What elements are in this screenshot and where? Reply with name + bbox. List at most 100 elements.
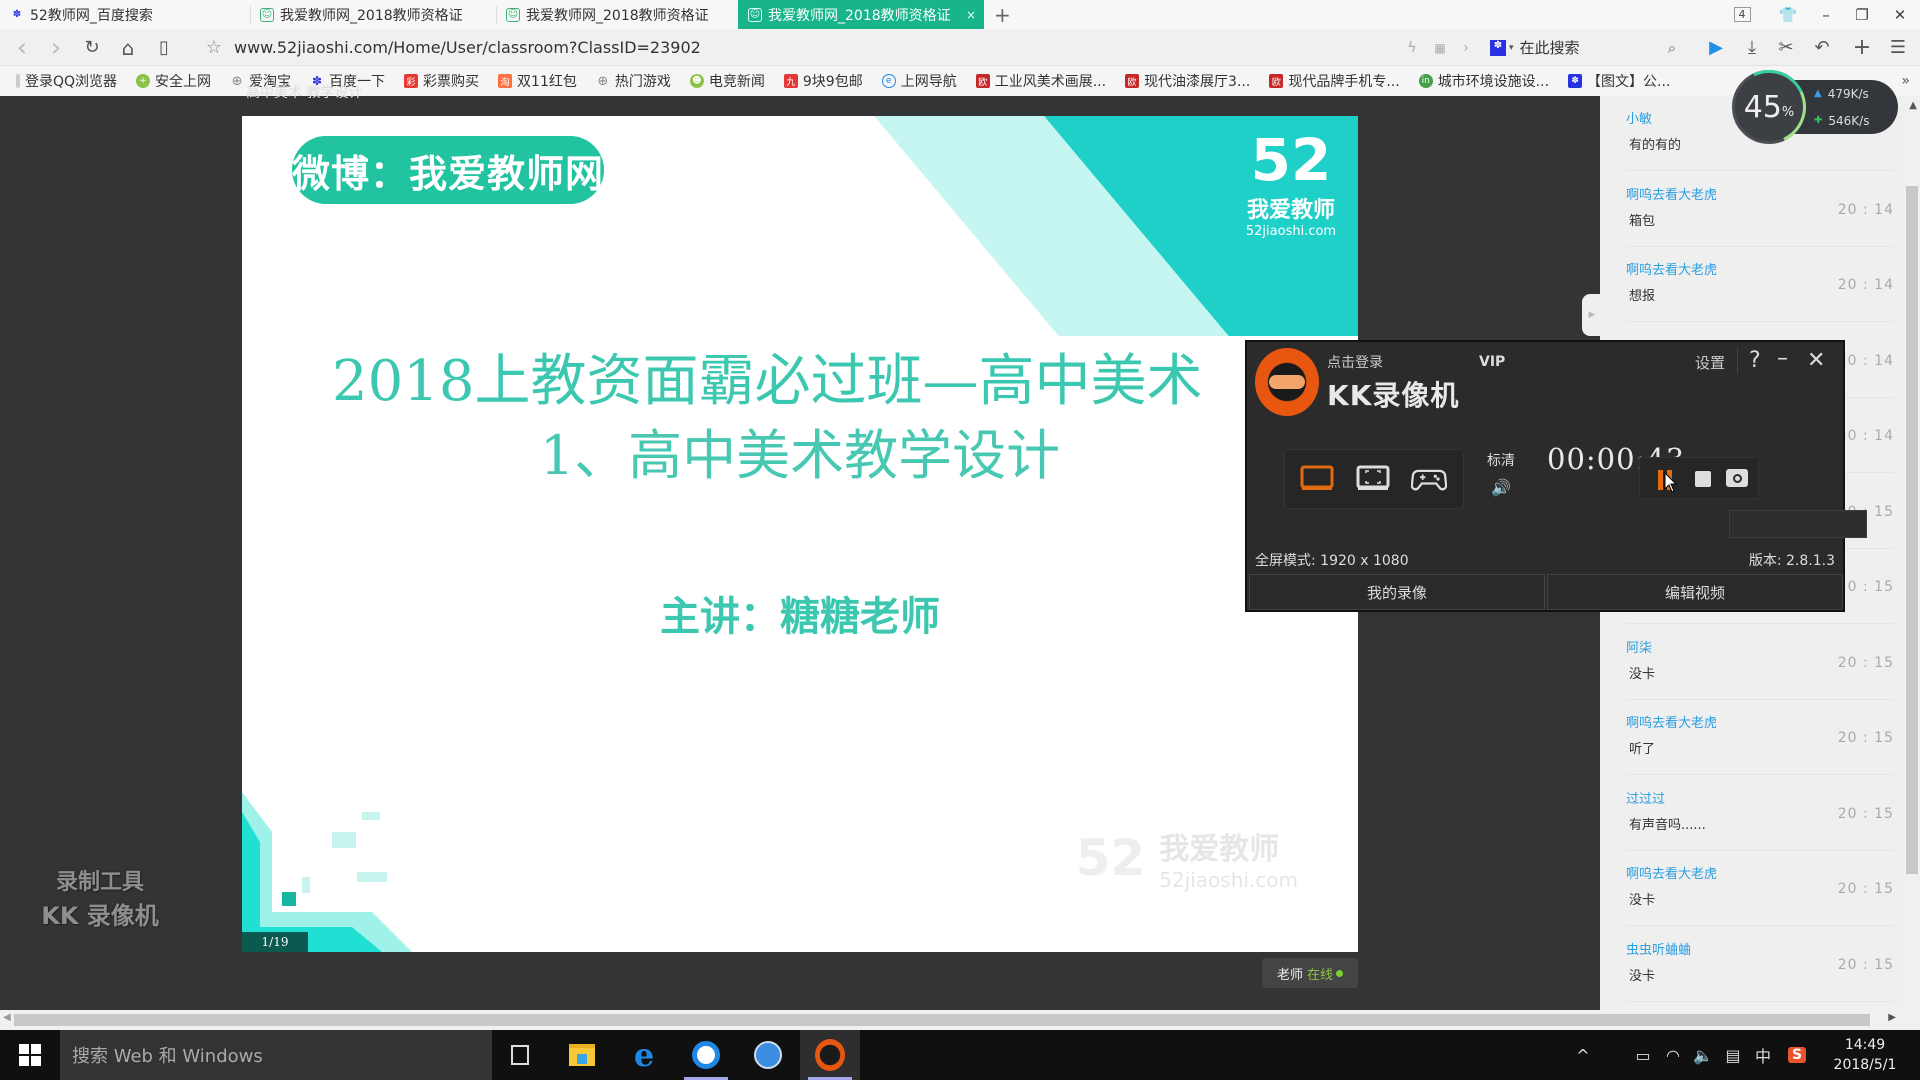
edit-video-button[interactable]: 编辑视频 <box>1547 574 1843 610</box>
chat-text: 听了 <box>1629 742 1656 757</box>
ime-indicator[interactable]: 中 <box>1748 1030 1778 1080</box>
bookmark-games[interactable]: ⊕ 热门游戏 <box>596 71 670 91</box>
caret-down-icon[interactable]: ▾ <box>1509 43 1514 53</box>
new-tab-button[interactable]: + <box>990 0 1020 29</box>
menu-icon[interactable]: ☰ <box>1882 29 1914 66</box>
tab-baidu-search[interactable]: ✽ 52教师网_百度搜索 <box>0 0 250 29</box>
qq-browser-button[interactable] <box>676 1030 736 1080</box>
chat-username[interactable]: 啊呜去看大老虎 <box>1626 184 1717 203</box>
tray-overflow-icon[interactable]: ^ <box>1568 1030 1598 1080</box>
game-mode-icon[interactable] <box>1411 464 1447 494</box>
close-button[interactable]: ✕ <box>1880 0 1920 29</box>
bookmark-phone-store[interactable]: 欧现代品牌手机专... <box>1269 71 1400 91</box>
user-icon <box>16 74 20 88</box>
scroll-left-icon[interactable]: ◀ <box>3 1012 11 1023</box>
tab-52jiaoshi-1[interactable]: ☺ 我爱教师网_2018教师资格证 <box>250 0 496 29</box>
bookmark-lottery[interactable]: 彩彩票购买 <box>404 71 479 91</box>
camera-icon[interactable] <box>1726 469 1748 487</box>
url-input[interactable]: www.52jiaoshi.com/Home/User/classroom?Cl… <box>234 38 701 57</box>
fullscreen-mode-icon[interactable] <box>1299 464 1335 494</box>
bookmark-nav[interactable]: e 上网导航 <box>881 71 957 91</box>
kk-recorder-taskbar-button[interactable] <box>800 1030 860 1080</box>
kk-close-button[interactable]: ✕ <box>1807 348 1825 373</box>
taskbar-search-input[interactable]: 搜索 Web 和 Windows <box>60 1030 492 1080</box>
region-mode-icon[interactable] <box>1355 464 1391 494</box>
action-center-icon[interactable]: ▤ <box>1718 1030 1748 1080</box>
taobao-icon: 淘 <box>498 74 513 88</box>
chat-scrollbar-thumb[interactable] <box>1906 186 1918 874</box>
volume-icon[interactable]: 🔈 <box>1688 1030 1718 1080</box>
restore-button[interactable]: ❐ <box>1842 0 1882 29</box>
search-box[interactable]: ✽ ▾ 在此搜索 <box>1490 34 1680 61</box>
tab-close-icon[interactable]: × <box>966 8 976 22</box>
chat-timestamp: 20 : 15 <box>1837 654 1894 671</box>
bookmark-city-env[interactable]: in 城市环境设施设... <box>1418 71 1549 91</box>
bookmark-label: 双11红包 <box>517 74 577 90</box>
qq-button[interactable] <box>738 1030 798 1080</box>
reader-button[interactable]: ▯ <box>148 29 180 66</box>
sogou-ime-icon[interactable]: S <box>1782 1030 1812 1080</box>
bookmark-double11[interactable]: 淘双11红包 <box>498 71 577 91</box>
watermark-logo-icon: 52 <box>1075 829 1146 887</box>
download-icon[interactable]: ⤓ <box>1736 29 1768 66</box>
plus-icon[interactable]: + <box>1846 29 1878 66</box>
chat-username[interactable]: 过过过 <box>1626 788 1665 807</box>
bookmark-star-icon[interactable]: ☆ <box>198 29 230 66</box>
bookmark-esports[interactable]: ☻ 电竞新闻 <box>689 71 765 91</box>
volume-icon[interactable]: 🔊 <box>1491 478 1511 497</box>
bookmark-article[interactable]: ✽ 【图文】公... <box>1568 71 1670 91</box>
kk-minimize-button[interactable]: – <box>1777 346 1788 371</box>
wifi-icon[interactable]: ◠ <box>1658 1030 1688 1080</box>
online-dot-icon <box>1336 969 1344 977</box>
chat-collapse-handle[interactable]: ▶ <box>1582 294 1602 336</box>
battery-icon[interactable]: ▭ <box>1628 1030 1658 1080</box>
bookmark-paint-hall[interactable]: 欧现代油漆展厅3... <box>1125 71 1250 91</box>
bookmarks-more-icon[interactable]: » <box>1901 73 1910 89</box>
skin-icon[interactable]: 👕 <box>1768 0 1808 29</box>
chat-username[interactable]: 啊呜去看大老虎 <box>1626 712 1717 731</box>
scroll-right-icon[interactable]: ▶ <box>1888 1012 1896 1023</box>
tab-count-button[interactable]: 4 <box>1722 0 1762 29</box>
chat-username[interactable]: 啊呜去看大老虎 <box>1626 259 1717 278</box>
start-button[interactable] <box>0 1030 60 1080</box>
tab-52jiaoshi-active[interactable]: ☺ 我爱教师网_2018教师资格证 × <box>738 0 984 29</box>
horizontal-scrollbar-thumb[interactable] <box>14 1014 1870 1026</box>
search-icon[interactable]: ⌕ <box>1656 29 1688 66</box>
bookmark-qq-login[interactable]: 登录QQ浏览器 <box>16 71 117 91</box>
back-button[interactable]: ‹ <box>6 29 38 66</box>
kk-help-button[interactable]: ? <box>1749 348 1761 373</box>
task-view-button[interactable] <box>490 1030 550 1080</box>
watermark-name: 我爱教师 <box>1159 832 1280 867</box>
my-recordings-button[interactable]: 我的录像 <box>1249 574 1545 610</box>
chat-username[interactable]: 阿柒 <box>1626 637 1652 656</box>
forward-button[interactable]: › <box>40 29 72 66</box>
undo-icon[interactable]: ↶ <box>1806 29 1838 66</box>
bookmark-art-exhibit[interactable]: 欧工业风美术画展... <box>975 71 1106 91</box>
ie-icon: e <box>881 74 896 88</box>
play-icon[interactable]: ▶ <box>1700 29 1732 66</box>
kk-settings-button[interactable]: 设置 <box>1695 352 1725 373</box>
file-explorer-button[interactable] <box>552 1030 612 1080</box>
chat-username[interactable]: 小敏 <box>1626 108 1652 127</box>
scroll-up-icon[interactable]: ▲ <box>1909 100 1917 111</box>
edge-button[interactable]: e <box>614 1030 674 1080</box>
kk-login-link[interactable]: 点击登录 <box>1327 352 1383 372</box>
chat-username[interactable]: 啊呜去看大老虎 <box>1626 863 1717 882</box>
kk-vip-link[interactable]: VIP <box>1479 354 1505 370</box>
ou-icon: 欧 <box>975 74 990 88</box>
horizontal-scrollbar[interactable]: ◀ ▶ <box>0 1010 1920 1030</box>
home-button[interactable]: ⌂ <box>112 29 144 66</box>
tab-52jiaoshi-2[interactable]: ☺ 我爱教师网_2018教师资格证 <box>496 0 738 29</box>
stop-icon[interactable] <box>1695 471 1711 487</box>
system-clock[interactable]: 14:49 2018/5/1 <box>1820 1035 1910 1075</box>
arrow-icon[interactable]: › <box>1450 29 1482 66</box>
scissors-icon[interactable]: ✂ <box>1770 29 1802 66</box>
chat-scrollbar[interactable]: ▲ <box>1904 96 1920 1010</box>
reload-button[interactable]: ↻ <box>76 29 108 66</box>
chat-username[interactable]: 虫虫听蛐蛐 <box>1626 939 1691 958</box>
chat-timestamp: 20 : 14 <box>1837 201 1894 218</box>
kk-quality-selector[interactable]: 标清 <box>1487 450 1515 470</box>
minimize-button[interactable]: – <box>1806 0 1846 29</box>
bookmark-9kuai9[interactable]: 九 9块9包邮 <box>783 71 863 91</box>
bookmark-safe-browse[interactable]: + 安全上网 <box>136 71 211 91</box>
